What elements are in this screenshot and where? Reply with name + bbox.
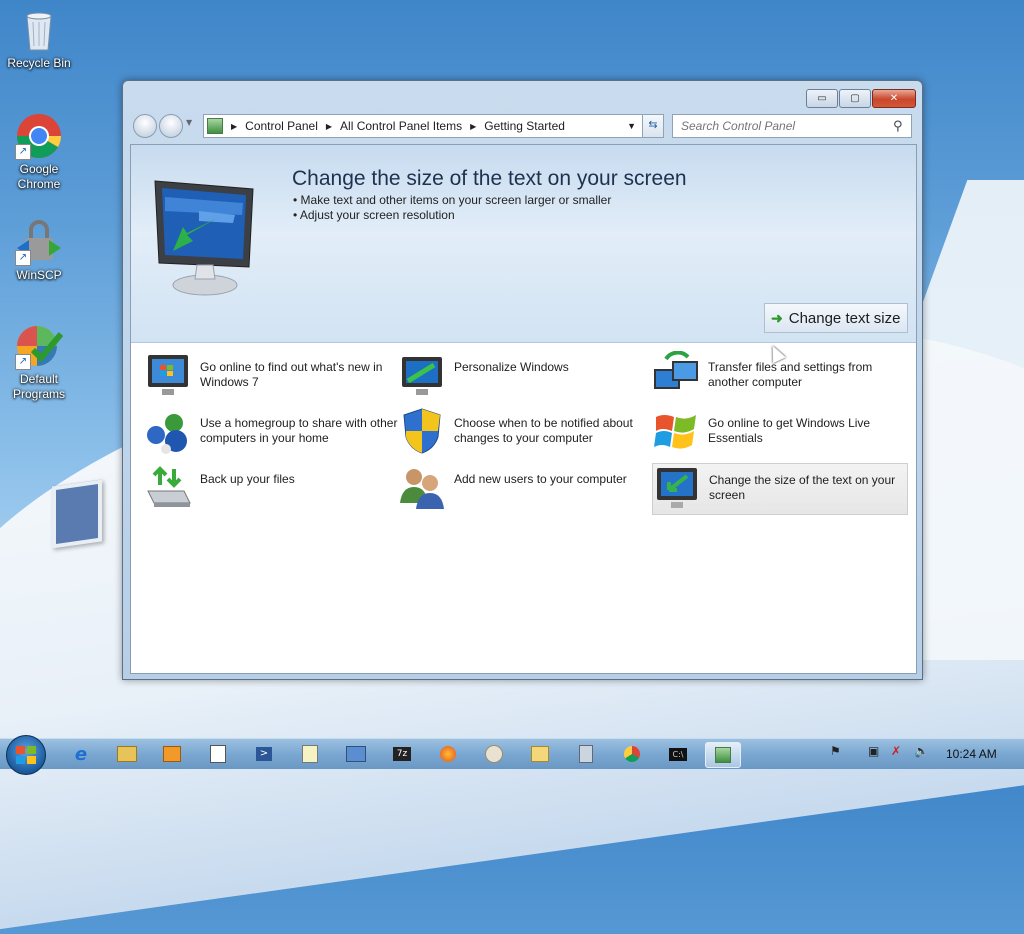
desktop-icon-label: Recycle Bin xyxy=(7,56,71,70)
desktop-icon-label: WinSCP xyxy=(16,268,62,282)
desktop-icon-winscp[interactable]: ↗ WinSCP xyxy=(4,218,74,283)
firefox-icon[interactable] xyxy=(431,742,465,766)
recycle-bin-icon xyxy=(15,6,63,54)
control-panel-icon[interactable] xyxy=(705,742,741,768)
display-icon xyxy=(657,468,697,508)
default-programs-icon: ↗ xyxy=(15,322,64,370)
task-label: Use a homegroup to share with other comp… xyxy=(200,416,398,445)
task-backup[interactable]: Back up your files xyxy=(144,463,398,515)
task-label: Go online to get Windows Live Essentials xyxy=(708,416,871,445)
details-title: Change the size of the text on your scre… xyxy=(292,167,687,190)
close-button[interactable]: ✕ xyxy=(872,89,916,108)
start-button[interactable] xyxy=(6,735,46,775)
details-bullet: Make text and other items on your screen… xyxy=(293,193,612,208)
control-panel-window: ▭ ▢ ✕ ▼ ▶ Control Panel ▶ All Control Pa… xyxy=(122,80,923,680)
breadcrumb-arrow-icon[interactable]: ▶ xyxy=(231,122,237,131)
details-bullet: Adjust your screen resolution xyxy=(293,208,611,223)
change-text-size-label: Change text size xyxy=(788,309,901,327)
window-controls: ▭ ▢ ✕ xyxy=(806,89,916,108)
control-panel-icon xyxy=(207,118,223,134)
app-icon[interactable] xyxy=(201,742,235,766)
personalize-icon xyxy=(402,357,442,395)
breadcrumb-all-items[interactable]: All Control Panel Items xyxy=(340,119,462,133)
task-windows-live[interactable]: Go online to get Windows Live Essentials xyxy=(652,407,906,459)
task-personalize[interactable]: Personalize Windows xyxy=(398,351,652,403)
task-label: Change the size of the text on your scre… xyxy=(709,473,896,502)
task-label: Transfer files and settings from another… xyxy=(708,360,873,389)
details-bullets: Make text and other items on your screen… xyxy=(293,193,611,223)
volume-icon[interactable]: 🔈 xyxy=(914,744,929,758)
search-input[interactable] xyxy=(679,118,893,134)
task-label: Choose when to be notified about changes… xyxy=(454,416,633,445)
media-player-icon[interactable] xyxy=(155,742,189,766)
task-label: Back up your files xyxy=(200,472,295,486)
task-label: Personalize Windows xyxy=(454,360,569,374)
details-pane: Change the size of the text on your scre… xyxy=(131,145,916,343)
monitor-arrow-icon xyxy=(154,180,254,296)
task-label: Go online to find out what's new in Wind… xyxy=(200,360,383,389)
breadcrumb-control-panel[interactable]: Control Panel xyxy=(245,119,318,133)
task-change-text-size[interactable]: Change the size of the text on your scre… xyxy=(652,463,908,515)
refresh-button[interactable]: ⇆ xyxy=(642,114,664,138)
breadcrumb-arrow-icon[interactable]: ▶ xyxy=(326,122,332,131)
internet-explorer-icon[interactable]: e xyxy=(64,742,98,766)
recent-pages-chevron-icon[interactable]: ▼ xyxy=(186,118,192,127)
desktop-icon-recycle-bin[interactable]: Recycle Bin xyxy=(4,6,74,71)
maximize-button[interactable]: ▢ xyxy=(839,89,871,108)
breadcrumb-arrow-icon[interactable]: ▶ xyxy=(470,122,476,131)
users-icon xyxy=(400,469,444,509)
homegroup-icon xyxy=(147,414,187,454)
task-add-users[interactable]: Add new users to your computer xyxy=(398,463,652,515)
7zip-icon[interactable]: 7z xyxy=(385,742,419,766)
cmd-icon[interactable]: C:\ xyxy=(661,742,695,766)
desktop-icon-label: Default Programs xyxy=(12,372,65,401)
explorer-icon[interactable] xyxy=(110,742,144,766)
winscp-icon: ↗ xyxy=(15,218,63,266)
calculator-icon[interactable] xyxy=(569,742,603,766)
action-center-icon[interactable]: ⚑ xyxy=(830,744,841,758)
breadcrumb-getting-started[interactable]: Getting Started xyxy=(484,119,565,133)
navigation-bar: ▼ ▶ Control Panel ▶ All Control Panel It… xyxy=(131,113,914,139)
task-uac[interactable]: Choose when to be notified about changes… xyxy=(398,407,652,459)
paint-icon[interactable] xyxy=(477,742,511,766)
search-box[interactable]: ⚲ xyxy=(672,114,912,138)
back-button[interactable] xyxy=(133,114,157,138)
task-whats-new[interactable]: Go online to find out what's new in Wind… xyxy=(144,351,398,403)
address-dropdown-icon[interactable]: ▼ xyxy=(627,121,636,131)
desktop-wallpaper-window xyxy=(52,479,102,549)
content-pane: Change the size of the text on your scre… xyxy=(130,144,917,674)
uac-shield-icon xyxy=(403,408,441,454)
green-arrow-icon: ➜ xyxy=(771,309,783,326)
network-status-icon[interactable]: ✗ xyxy=(891,744,901,758)
address-bar[interactable]: ▶ Control Panel ▶ All Control Panel Item… xyxy=(203,114,643,138)
task-label: Add new users to your computer xyxy=(454,472,627,486)
search-icon[interactable]: ⚲ xyxy=(893,119,903,134)
taskbar: e > 7z C:\ ⚑ ▣ ✗ 🔈 10:24 AM xyxy=(0,735,1024,775)
desktop-icon-default-programs[interactable]: ↗ Default Programs xyxy=(4,322,74,402)
chrome-icon[interactable] xyxy=(615,742,649,766)
minimize-button[interactable]: ▭ xyxy=(806,89,838,108)
network-status-icon[interactable]: ▣ xyxy=(868,744,879,758)
backup-icon xyxy=(147,466,191,507)
taskbar-clock[interactable]: 10:24 AM xyxy=(946,747,997,761)
task-homegroup[interactable]: Use a homegroup to share with other comp… xyxy=(144,407,398,459)
forward-button[interactable] xyxy=(159,114,183,138)
network-icon[interactable] xyxy=(339,742,373,766)
transfer-icon xyxy=(654,351,698,389)
desktop-icon-chrome[interactable]: ↗ Google Chrome xyxy=(4,112,74,192)
windows-flag-icon xyxy=(16,746,36,764)
folder-icon[interactable] xyxy=(523,742,557,766)
notepad-icon[interactable] xyxy=(293,742,327,766)
powershell-icon[interactable]: > xyxy=(247,742,281,766)
whats-new-icon xyxy=(148,355,188,395)
desktop-icon-label: Google Chrome xyxy=(17,162,61,191)
change-text-size-button[interactable]: ➜ Change text size xyxy=(764,303,908,333)
chrome-icon: ↗ xyxy=(15,112,63,160)
windows-live-icon xyxy=(654,415,696,449)
